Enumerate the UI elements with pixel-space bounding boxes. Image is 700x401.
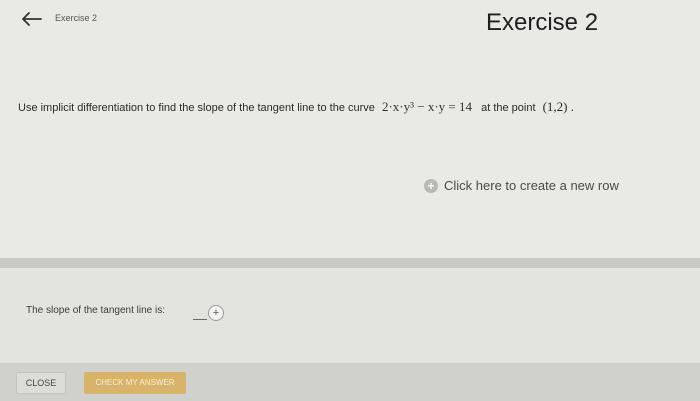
plus-circle-icon: + xyxy=(424,178,438,193)
answer-label: The slope of the tangent line is: xyxy=(26,305,165,316)
question-panel xyxy=(0,0,700,258)
back-button[interactable] xyxy=(14,7,48,35)
arrow-left-icon xyxy=(20,11,42,32)
question-equation: 2·x·y³ − x·y = 14 xyxy=(381,99,473,114)
section-divider xyxy=(0,258,700,268)
create-new-row-label: Click here to create a new row xyxy=(444,178,619,193)
plus-icon[interactable]: + xyxy=(208,305,224,321)
check-answer-button[interactable]: CHECK MY ANSWER xyxy=(84,372,186,394)
question-text: Use implicit differentiation to find the… xyxy=(18,99,688,115)
question-point: (1,2) . xyxy=(542,99,575,114)
page-title: Exercise 2 xyxy=(486,9,599,36)
question-middle: at the point xyxy=(481,102,536,114)
breadcrumb: Exercise 2 xyxy=(55,13,98,23)
create-new-row-button[interactable]: + Click here to create a new row xyxy=(424,178,619,193)
close-button[interactable]: CLOSE xyxy=(16,372,66,394)
question-prefix: Use implicit differentiation to find the… xyxy=(18,102,375,114)
answer-input[interactable] xyxy=(193,313,207,320)
